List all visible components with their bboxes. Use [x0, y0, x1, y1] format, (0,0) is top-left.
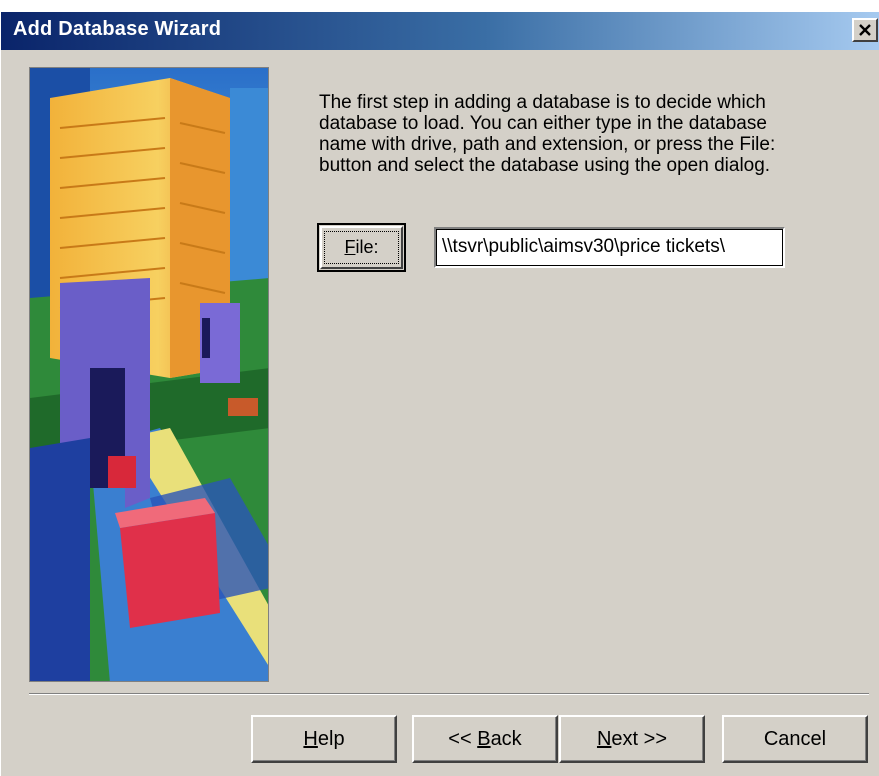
instructions-line-1: The first step in adding a database is t…	[319, 92, 766, 113]
help-button-mnemonic: H	[303, 728, 318, 750]
footer-separator	[29, 693, 869, 695]
back-button-mnemonic: B	[477, 728, 491, 750]
instructions-text: The first step in adding a database is t…	[319, 92, 839, 176]
close-icon	[857, 21, 873, 43]
instructions-line-4: button and select the database using the…	[319, 155, 771, 176]
database-path-input[interactable]: \\tsvr\public\aimsv30\price tickets\	[434, 227, 785, 268]
file-button-focus-rect: File:	[324, 231, 399, 264]
cancel-button[interactable]: Cancel	[722, 715, 868, 763]
file-button-label: ile:	[355, 237, 379, 257]
back-button[interactable]: << Back	[412, 715, 558, 763]
next-button-label: ext >>	[611, 728, 668, 750]
window-title: Add Database Wizard	[13, 18, 222, 40]
file-button[interactable]: File:	[317, 223, 406, 272]
back-button-label: ack	[490, 728, 522, 750]
instructions-line-2: database to load. You can either type in…	[319, 113, 767, 134]
wizard-illustration-image	[29, 67, 269, 682]
top-strip	[1, 1, 879, 12]
add-database-wizard-window: Add Database Wizard The first step in ad…	[0, 0, 879, 776]
help-button-label: elp	[317, 728, 345, 750]
back-button-prefix: <<	[448, 728, 478, 750]
next-button-mnemonic: N	[596, 728, 612, 750]
close-button[interactable]	[852, 18, 878, 42]
instructions-line-3: name with drive, path and extension, or …	[319, 134, 776, 155]
title-bar[interactable]: Add Database Wizard	[1, 12, 879, 50]
file-button-mnemonic: F	[344, 237, 356, 257]
help-button[interactable]: Help	[251, 715, 397, 763]
wizard-illustration-buildings-icon	[30, 68, 268, 681]
cancel-button-label: Cancel	[763, 728, 827, 750]
next-button[interactable]: Next >>	[559, 715, 705, 763]
